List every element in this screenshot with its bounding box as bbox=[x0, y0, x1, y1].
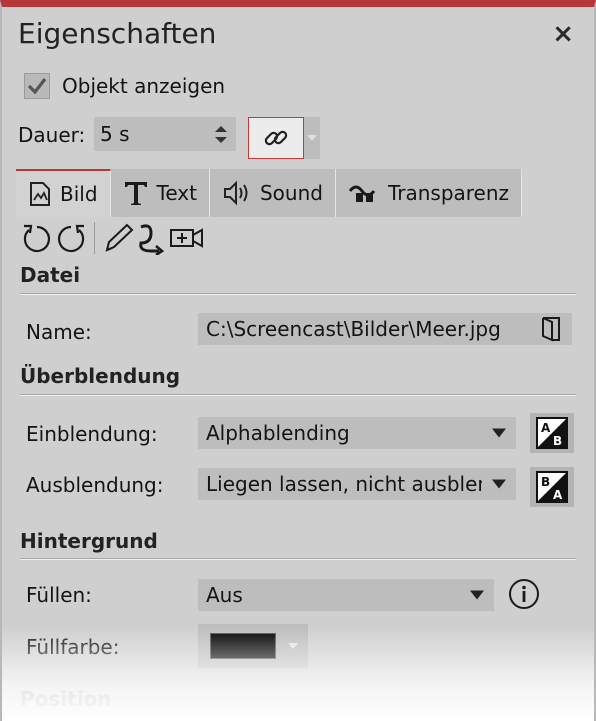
rotate-left-icon[interactable] bbox=[20, 221, 54, 255]
file-name-value: C:\Screencast\Bilder\Meer.jpg bbox=[206, 317, 501, 341]
section-divider bbox=[20, 293, 576, 295]
rotate-right-icon[interactable] bbox=[54, 221, 88, 255]
panel-title: Eigenschaften bbox=[18, 17, 217, 50]
fade-out-options-button[interactable]: B A bbox=[530, 467, 574, 507]
fade-in-select[interactable]: Alphablending bbox=[198, 417, 516, 449]
section-ueberblendung-title: Überblendung bbox=[20, 364, 181, 388]
duration-spinner[interactable]: 5 s bbox=[94, 117, 236, 151]
text-T-icon bbox=[123, 179, 149, 207]
name-label: Name: bbox=[26, 320, 92, 344]
info-icon[interactable] bbox=[508, 578, 540, 610]
fade-in-value: Alphablending bbox=[206, 421, 350, 445]
close-icon[interactable]: × bbox=[552, 19, 574, 49]
svg-text:B: B bbox=[541, 475, 550, 489]
section-divider bbox=[20, 715, 576, 717]
image-toolbar bbox=[20, 221, 205, 255]
fill-select[interactable]: Aus bbox=[198, 579, 494, 611]
speaker-icon bbox=[222, 180, 252, 206]
curve-arrow-icon[interactable] bbox=[135, 221, 169, 255]
show-object-row: Objekt anzeigen bbox=[24, 73, 225, 99]
open-file-icon[interactable] bbox=[540, 316, 562, 345]
fade-in-options-button[interactable]: A B bbox=[530, 413, 574, 453]
tab-sound-label: Sound bbox=[259, 181, 323, 205]
pencil-icon[interactable] bbox=[101, 221, 135, 255]
tab-bild-label: Bild bbox=[60, 182, 98, 206]
section-hintergrund-title: Hintergrund bbox=[20, 529, 158, 553]
fill-label: Füllen: bbox=[26, 583, 92, 607]
link-button[interactable] bbox=[248, 117, 304, 159]
fade-in-label: Einblendung: bbox=[26, 422, 158, 446]
chevron-down-icon bbox=[492, 479, 506, 489]
camera-pan-icon[interactable] bbox=[169, 221, 205, 255]
checkmark-icon bbox=[27, 78, 47, 95]
svg-text:A: A bbox=[553, 488, 563, 502]
tab-bild[interactable]: Bild bbox=[16, 169, 111, 217]
show-object-label: Objekt anzeigen bbox=[62, 74, 226, 98]
tab-sound[interactable]: Sound bbox=[209, 169, 336, 217]
svg-text:A: A bbox=[541, 421, 551, 435]
tab-transparenz[interactable]: Transparenz bbox=[335, 169, 523, 217]
duration-value[interactable]: 5 s bbox=[100, 122, 130, 146]
toolbar-separator bbox=[94, 222, 95, 254]
section-divider bbox=[20, 558, 576, 560]
chevron-down-icon bbox=[492, 428, 506, 438]
link-dropdown[interactable] bbox=[304, 117, 320, 159]
tab-text-label: Text bbox=[156, 181, 197, 205]
svg-text:B: B bbox=[553, 434, 562, 448]
fade-out-label: Ausblendung: bbox=[26, 473, 164, 497]
fill-color-swatch bbox=[210, 633, 276, 659]
chevron-down-icon bbox=[307, 135, 317, 141]
fade-ba-icon: B A bbox=[536, 471, 568, 503]
duration-label: Dauer: bbox=[18, 123, 86, 147]
chevron-down-icon bbox=[470, 590, 484, 600]
chain-link-icon bbox=[264, 130, 288, 146]
properties-panel: Eigenschaften × Objekt anzeigen Dauer: 5… bbox=[0, 0, 596, 721]
section-position-title: Position bbox=[20, 687, 112, 711]
fade-ab-icon: A B bbox=[536, 417, 568, 449]
arrow-up-icon[interactable] bbox=[214, 125, 228, 133]
spinner-arrows[interactable] bbox=[214, 125, 228, 144]
show-object-checkbox[interactable] bbox=[24, 73, 50, 99]
tab-text[interactable]: Text bbox=[110, 169, 210, 217]
chevron-down-icon bbox=[288, 643, 298, 649]
transparency-wave-icon bbox=[348, 181, 380, 205]
file-name-field[interactable]: C:\Screencast\Bilder\Meer.jpg bbox=[198, 313, 572, 345]
arrow-down-icon[interactable] bbox=[214, 136, 228, 144]
section-divider bbox=[20, 394, 576, 396]
tab-bar: Bild Text Sound Transparenz bbox=[16, 169, 523, 217]
tab-transparenz-label: Transparenz bbox=[387, 181, 510, 205]
section-datei-title: Datei bbox=[20, 263, 81, 287]
image-icon bbox=[28, 181, 52, 207]
fill-color-label: Füllfarbe: bbox=[26, 635, 120, 659]
fade-out-select[interactable]: Liegen lassen, nicht ausblen bbox=[198, 468, 516, 500]
fill-color-picker[interactable] bbox=[198, 624, 308, 668]
fill-value: Aus bbox=[206, 583, 243, 607]
fade-out-value: Liegen lassen, nicht ausblen bbox=[206, 472, 482, 496]
